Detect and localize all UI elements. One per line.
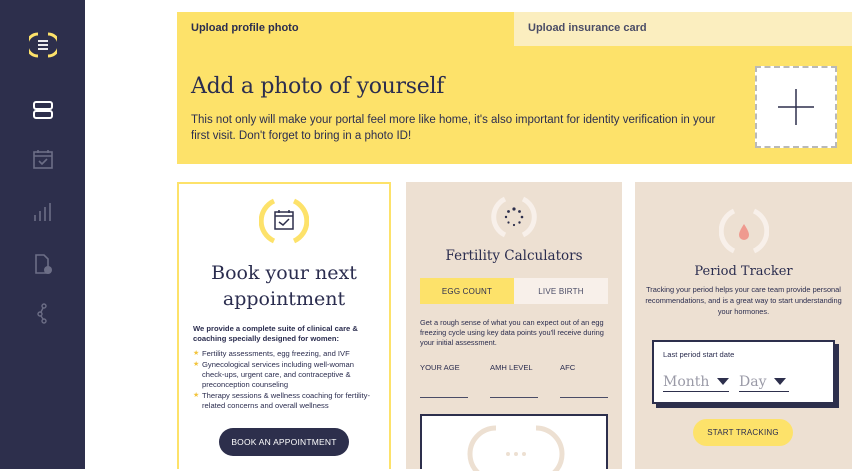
fertility-title: Fertility Calculators bbox=[445, 248, 583, 264]
upload-tabs: Upload profile photo Upload insurance ca… bbox=[177, 12, 852, 46]
start-tracking-button[interactable]: START TRACKING bbox=[693, 419, 793, 446]
photo-upload-banner: Add a photo of yourself This not only wi… bbox=[177, 46, 852, 164]
month-select[interactable]: Month bbox=[663, 372, 730, 392]
sidebar bbox=[0, 0, 85, 469]
book-appointment-button[interactable]: BOOK AN APPOINTMENT bbox=[219, 428, 349, 456]
banner-description: This not only will make your portal feel… bbox=[191, 114, 716, 142]
afc-input[interactable] bbox=[560, 397, 608, 398]
main-content: Upload profile photo Upload insurance ca… bbox=[85, 0, 856, 476]
loading-icon bbox=[467, 425, 565, 476]
chevron-down-icon bbox=[717, 378, 730, 385]
age-label: YOUR AGE bbox=[420, 363, 460, 372]
period-tracker-card: Period Tracker Tracking your period help… bbox=[635, 182, 852, 469]
fertility-description: Get a rough sense of what you can expect… bbox=[420, 318, 604, 347]
date-label: Last period start date bbox=[663, 350, 735, 359]
day-value: Day bbox=[739, 373, 767, 390]
day-select[interactable]: Day bbox=[739, 372, 789, 392]
dashboard-icon[interactable] bbox=[30, 97, 56, 123]
month-value: Month bbox=[663, 373, 710, 390]
banner-title: Add a photo of yourself bbox=[191, 74, 445, 99]
list-item: Therapy sessions & wellness coaching for… bbox=[193, 391, 378, 411]
photo-upload-button[interactable] bbox=[755, 66, 837, 148]
drop-icon bbox=[718, 206, 770, 256]
appointment-subtitle: We provide a complete suite of clinical … bbox=[193, 324, 358, 343]
list-item: Gynecological services including well-wo… bbox=[193, 360, 378, 390]
fertility-calculator-card: Fertility Calculators EGG COUNT LIVE BIR… bbox=[406, 182, 622, 476]
document-icon[interactable] bbox=[30, 251, 56, 277]
chart-icon[interactable] bbox=[30, 199, 56, 225]
amh-level-label: AMH LEVEL bbox=[490, 363, 533, 372]
chevron-down-icon bbox=[774, 378, 787, 385]
appointment-title: Book your next appointment bbox=[211, 262, 357, 310]
appointment-card: Book your next appointment We provide a … bbox=[177, 182, 391, 469]
age-input[interactable] bbox=[420, 397, 468, 398]
tab-upload-profile-photo[interactable]: Upload profile photo bbox=[177, 12, 514, 46]
tab-live-birth[interactable]: LIVE BIRTH bbox=[514, 278, 608, 304]
logo-icon[interactable] bbox=[29, 31, 57, 59]
amh-level-input[interactable] bbox=[490, 397, 538, 398]
tab-egg-count[interactable]: EGG COUNT bbox=[420, 278, 514, 304]
period-date-picker: Last period start date Month Day bbox=[652, 340, 835, 404]
afc-label: AFC bbox=[560, 363, 576, 372]
calendar-icon[interactable] bbox=[30, 146, 56, 172]
period-title: Period Tracker bbox=[694, 264, 793, 279]
period-description: Tracking your period helps your care tea… bbox=[645, 285, 842, 316]
share-icon[interactable] bbox=[30, 300, 56, 326]
calculator-toggle: EGG COUNT LIVE BIRTH bbox=[420, 278, 608, 304]
result-card bbox=[420, 414, 608, 476]
calendar-check-icon bbox=[258, 196, 310, 246]
loading-icon bbox=[491, 194, 537, 240]
services-list: Fertility assessments, egg freezing, and… bbox=[193, 349, 378, 412]
list-item: Fertility assessments, egg freezing, and… bbox=[193, 349, 378, 359]
plus-icon bbox=[778, 89, 814, 125]
tab-upload-insurance-card[interactable]: Upload insurance card bbox=[514, 12, 852, 46]
